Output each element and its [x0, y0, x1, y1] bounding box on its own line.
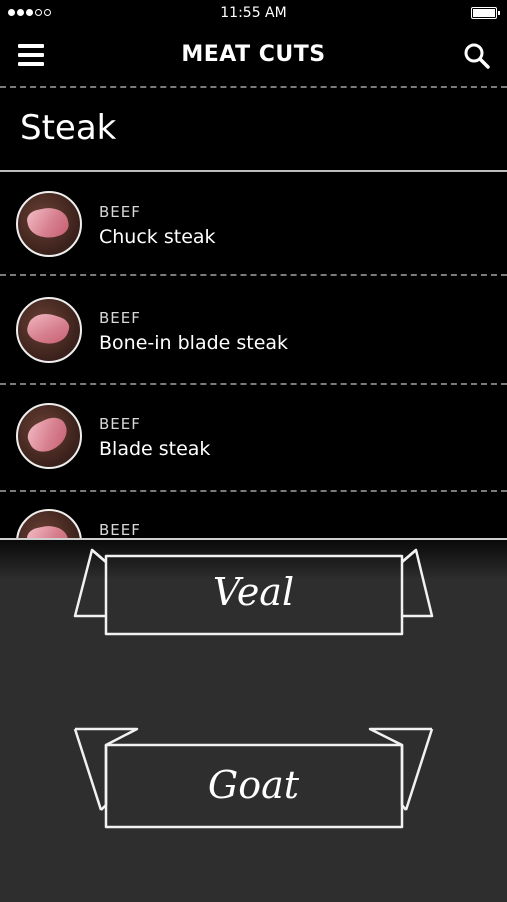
item-category: BEEF: [99, 415, 141, 433]
page-title: MEAT CUTS: [181, 42, 326, 67]
status-time: 11:55 AM: [220, 5, 287, 21]
meat-image: [24, 308, 72, 350]
list-item[interactable]: BEEF Chuck steak: [0, 172, 507, 278]
banner-label: Veal: [212, 570, 295, 614]
item-category: BEEF: [99, 203, 141, 221]
battery-tip: [498, 11, 500, 15]
meat-thumbnail: [16, 191, 82, 257]
divider: [0, 86, 507, 88]
list-item[interactable]: BEEF: [0, 490, 507, 538]
battery-level: [473, 9, 495, 17]
divider: [0, 274, 507, 276]
item-category: BEEF: [99, 521, 141, 538]
meat-cut-list[interactable]: BEEF Chuck steak BEEF Bone-in blade stea…: [0, 172, 507, 538]
banner-label: Goat: [207, 763, 300, 807]
list-item[interactable]: BEEF Blade steak: [0, 384, 507, 490]
list-item[interactable]: BEEF Bone-in blade steak: [0, 278, 507, 384]
meat-image: [23, 412, 73, 458]
meat-thumbnail: [16, 403, 82, 469]
search-icon[interactable]: [463, 42, 491, 70]
status-bar: 11:55 AM: [0, 0, 507, 28]
item-name: Blade steak: [99, 438, 211, 460]
meat-thumbnail: [16, 297, 82, 363]
meat-thumbnail: [16, 509, 82, 538]
goat-banner[interactable]: Goat: [0, 725, 507, 835]
item-name: Chuck steak: [99, 226, 216, 248]
meat-image: [25, 204, 71, 242]
veal-banner[interactable]: Veal: [0, 540, 507, 650]
category-chalkboard: Veal Goat: [0, 538, 507, 902]
item-name: Bone-in blade steak: [99, 332, 289, 354]
meat-image: [25, 522, 71, 538]
section-title: Steak: [20, 108, 117, 148]
item-category: BEEF: [99, 309, 141, 327]
nav-bar: MEAT CUTS: [0, 28, 507, 84]
battery-icon: [471, 7, 500, 19]
